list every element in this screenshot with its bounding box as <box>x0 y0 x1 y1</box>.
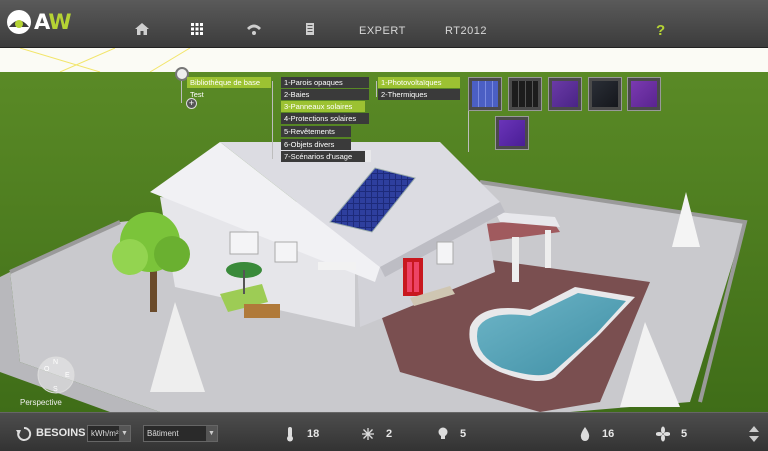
pv-swatch-fill <box>631 81 657 107</box>
home-icon[interactable] <box>134 22 150 36</box>
scope-select[interactable]: Bâtiment ▼ <box>143 425 218 442</box>
compass-north: N <box>53 359 58 366</box>
menu-item-revetements[interactable]: 5-Revêtements <box>281 126 351 137</box>
pv-swatch-4[interactable] <box>588 77 622 111</box>
menu-item-objets-divers[interactable]: 6-Objets divers <box>281 139 351 150</box>
menu-item-panneaux-solaires[interactable]: 3-Panneaux solaires <box>281 101 365 112</box>
top-toolbar: AW EXPERT RT2012 ? <box>0 0 768 48</box>
chevron-down-icon: ▼ <box>119 426 130 441</box>
menu-item-baies[interactable]: 2-Baies <box>281 89 369 100</box>
metric-hot-water-value: 16 <box>602 428 615 440</box>
document-icon[interactable] <box>302 22 318 36</box>
bottom-toolbar: BESOINS kWh/m² ▼ Bâtiment ▼ 18 2 5 16 5 <box>0 412 768 451</box>
pv-swatch-5[interactable] <box>627 77 661 111</box>
metric-ventilation-value: 5 <box>681 428 688 440</box>
refresh-icon[interactable] <box>16 426 32 442</box>
help-button[interactable]: ? <box>656 22 665 39</box>
water-drop-icon <box>580 427 590 441</box>
pv-swatch-3[interactable] <box>548 77 582 111</box>
grid-icon[interactable] <box>189 22 205 36</box>
garden-table <box>244 304 280 318</box>
pv-swatch-fill <box>512 81 538 107</box>
wifi-icon[interactable] <box>246 22 262 36</box>
compass-west: O <box>44 366 50 373</box>
menu-item-photovoltaiques[interactable]: 1-Photovoltaïques <box>378 77 460 88</box>
fan-icon <box>656 426 670 442</box>
metric-heating-value: 18 <box>307 428 320 440</box>
menu-item-thermiques[interactable]: 2-Thermiques <box>378 89 460 100</box>
menu-item-parois-opaques[interactable]: 1-Parois opaques <box>281 77 369 88</box>
compass-south: S <box>53 386 58 393</box>
view-mode-label[interactable]: Perspective <box>20 398 62 407</box>
selected-door[interactable] <box>403 258 423 296</box>
compass-icon[interactable]: O N E S <box>36 355 76 395</box>
app-window: AW EXPERT RT2012 ? Bibliothèque de base … <box>0 0 768 451</box>
unit-select[interactable]: kWh/m² ▼ <box>87 425 131 442</box>
besoins-label: BESOINS <box>36 427 86 439</box>
toolbar-strip <box>0 48 768 72</box>
3d-viewport[interactable] <box>0 72 768 412</box>
logo-text-a: A <box>34 10 49 34</box>
rt2012-tab[interactable]: RT2012 <box>445 25 487 37</box>
menu-item-bibliotheque[interactable]: Bibliothèque de base <box>187 77 271 88</box>
unit-select-value: kWh/m² <box>91 429 119 438</box>
metric-cooling-value: 2 <box>386 428 393 440</box>
pv-swatch-fill <box>592 81 618 107</box>
chevron-down-icon: ▼ <box>206 426 217 441</box>
logo-icon <box>7 10 31 34</box>
awning <box>318 262 356 270</box>
pv-swatch-fill <box>552 81 578 107</box>
thermometer-icon <box>287 427 293 442</box>
logo-text-w: W <box>48 10 71 34</box>
compass-east: E <box>65 372 70 379</box>
scope-select-value: Bâtiment <box>147 429 179 438</box>
tree-trunk <box>150 267 157 312</box>
window <box>229 231 259 255</box>
pv-swatch-1[interactable] <box>468 77 502 111</box>
menu-item-protections-solaires[interactable]: 4-Protections solaires <box>281 113 369 124</box>
metric-lighting-value: 5 <box>460 428 467 440</box>
pv-swatch-2[interactable] <box>508 77 542 111</box>
lightbulb-icon <box>438 427 448 439</box>
app-logo: AW <box>6 9 71 35</box>
snowflake-icon <box>362 428 374 440</box>
expert-tab[interactable]: EXPERT <box>359 25 406 37</box>
menu-item-scenarios-usage[interactable]: 7-Scénarios d'usage <box>281 151 365 162</box>
pv-swatch-6[interactable] <box>495 116 529 150</box>
pv-swatch-fill <box>472 81 498 107</box>
expand-arrows-icon[interactable] <box>748 425 760 443</box>
add-button[interactable]: + <box>186 98 197 109</box>
pv-swatch-fill <box>499 120 525 146</box>
